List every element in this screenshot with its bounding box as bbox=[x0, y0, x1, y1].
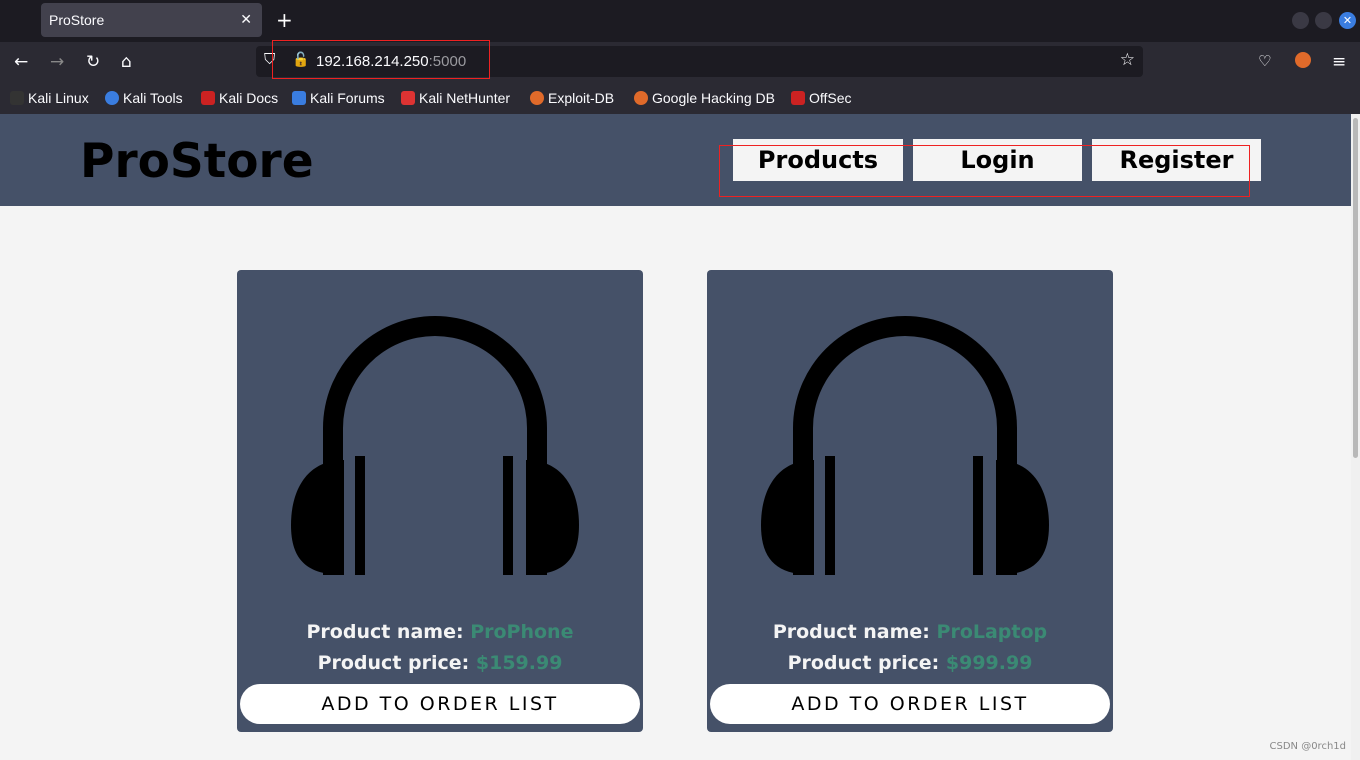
bookmark-exploit-db[interactable]: Exploit-DB bbox=[530, 90, 614, 106]
product-card: Product name: ProPhone Product price: $1… bbox=[237, 270, 643, 732]
browser-tab[interactable]: ProStore ✕ bbox=[41, 3, 262, 37]
product-price: Product price: $159.99 bbox=[317, 652, 563, 674]
extension-icon[interactable] bbox=[1295, 52, 1311, 68]
bookmark-offsec[interactable]: OffSec bbox=[791, 90, 852, 106]
tab-title: ProStore bbox=[49, 12, 105, 28]
bookmarks-bar: Kali Linux Kali Tools Kali Docs Kali For… bbox=[0, 82, 1360, 114]
close-window-icon[interactable]: ✕ bbox=[1339, 12, 1356, 29]
bookmark-kali-linux[interactable]: Kali Linux bbox=[10, 90, 89, 106]
product-card: Product name: ProLaptop Product price: $… bbox=[707, 270, 1113, 732]
home-icon[interactable]: ⌂ bbox=[121, 52, 132, 72]
headphones-icon bbox=[291, 316, 579, 575]
site-logo[interactable]: ProStore bbox=[80, 134, 314, 189]
minimize-icon[interactable] bbox=[1292, 12, 1309, 29]
bookmark-kali-docs[interactable]: Kali Docs bbox=[201, 90, 278, 106]
watermark: CSDN @0rch1d bbox=[1269, 741, 1347, 752]
headphones-icon bbox=[761, 316, 1049, 575]
menu-icon[interactable]: ≡ bbox=[1332, 52, 1346, 72]
add-to-order-button[interactable]: ADD TO ORDER LIST bbox=[710, 684, 1110, 724]
tab-bar: ProStore ✕ + ✕ bbox=[0, 0, 1360, 42]
pocket-icon[interactable]: ♡ bbox=[1258, 52, 1271, 70]
forward-icon: → bbox=[50, 52, 65, 72]
bookmark-google-hacking-db[interactable]: Google Hacking DB bbox=[634, 90, 775, 106]
scrollbar[interactable] bbox=[1351, 114, 1360, 760]
back-icon[interactable]: ← bbox=[14, 52, 28, 72]
annotation-box bbox=[719, 145, 1250, 197]
close-tab-icon[interactable]: ✕ bbox=[240, 11, 252, 28]
add-to-order-button[interactable]: ADD TO ORDER LIST bbox=[240, 684, 640, 724]
product-name: Product name: ProPhone bbox=[306, 621, 574, 643]
reload-icon[interactable]: ↻ bbox=[86, 52, 100, 72]
annotation-box bbox=[272, 40, 490, 79]
bookmark-kali-nethunter[interactable]: Kali NetHunter bbox=[401, 90, 510, 106]
product-name: Product name: ProLaptop bbox=[772, 621, 1048, 643]
bookmark-star-icon[interactable]: ☆ bbox=[1120, 50, 1135, 70]
maximize-icon[interactable] bbox=[1315, 12, 1332, 29]
nav-bar: ← → ↻ ⌂ ⛉ 🔓 192.168.214.250:5000 ☆ ♡ ≡ bbox=[0, 42, 1360, 82]
bookmark-kali-forums[interactable]: Kali Forums bbox=[292, 90, 385, 106]
product-price: Product price: $999.99 bbox=[787, 652, 1033, 674]
new-tab-icon[interactable]: + bbox=[276, 8, 293, 32]
bookmark-kali-tools[interactable]: Kali Tools bbox=[105, 90, 183, 106]
